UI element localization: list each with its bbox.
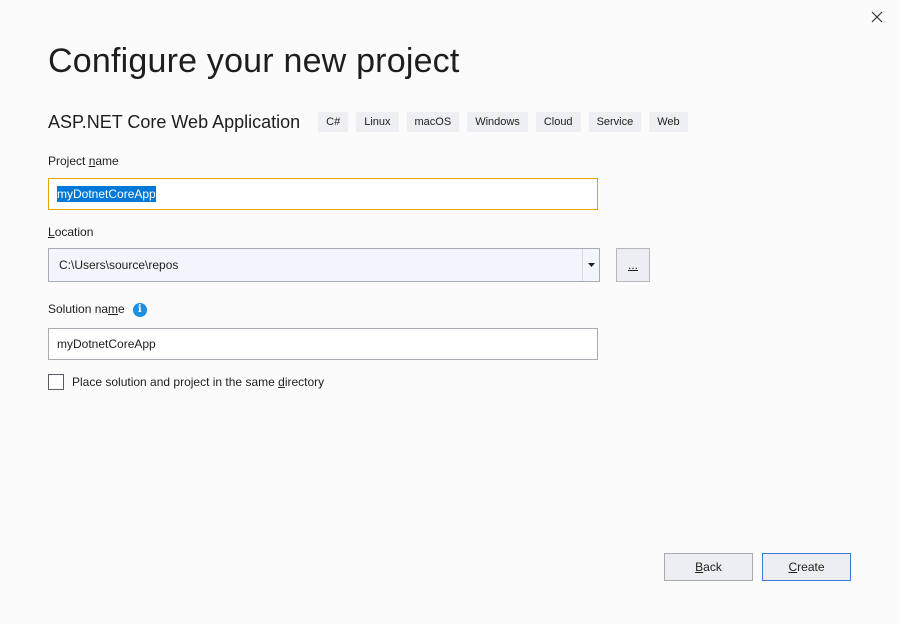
dropdown-arrow[interactable] — [582, 249, 599, 281]
page-title: Configure your new project — [48, 42, 460, 80]
project-name-input[interactable]: myDotnetCoreApp — [48, 178, 598, 210]
same-directory-option[interactable]: Place solution and project in the same d… — [48, 374, 324, 390]
tag-service: Service — [588, 112, 642, 132]
chevron-down-icon — [587, 263, 595, 267]
close-button[interactable] — [866, 6, 888, 28]
browse-button[interactable]: ... — [616, 248, 650, 282]
same-directory-label: Place solution and project in the same d… — [72, 375, 325, 389]
location-label: Location — [48, 225, 94, 239]
tag-linux: Linux — [356, 112, 399, 132]
create-button[interactable]: Create — [762, 553, 851, 581]
tag-cloud: Cloud — [535, 112, 581, 132]
location-combobox[interactable]: C:\Users\source\repos — [48, 248, 600, 282]
template-row: ASP.NET Core Web Application C# Linux ma… — [48, 110, 696, 134]
info-icon[interactable]: i — [132, 302, 147, 317]
project-name-label: Project name — [48, 154, 119, 168]
tag-csharp: C# — [318, 112, 349, 132]
tag-macos: macOS — [406, 112, 460, 132]
tag-web: Web — [649, 112, 688, 132]
project-name-value: myDotnetCoreApp — [57, 186, 156, 202]
location-value: C:\Users\source\repos — [59, 258, 179, 272]
tag-windows: Windows — [467, 112, 528, 132]
back-button[interactable]: Back — [664, 553, 753, 581]
same-directory-checkbox[interactable] — [48, 374, 64, 390]
template-name: ASP.NET Core Web Application — [48, 111, 301, 132]
solution-name-input[interactable]: myDotnetCoreApp — [48, 328, 598, 360]
close-icon — [871, 11, 883, 23]
solution-name-value: myDotnetCoreApp — [57, 337, 156, 351]
solution-name-label: Solution name i — [48, 302, 147, 317]
